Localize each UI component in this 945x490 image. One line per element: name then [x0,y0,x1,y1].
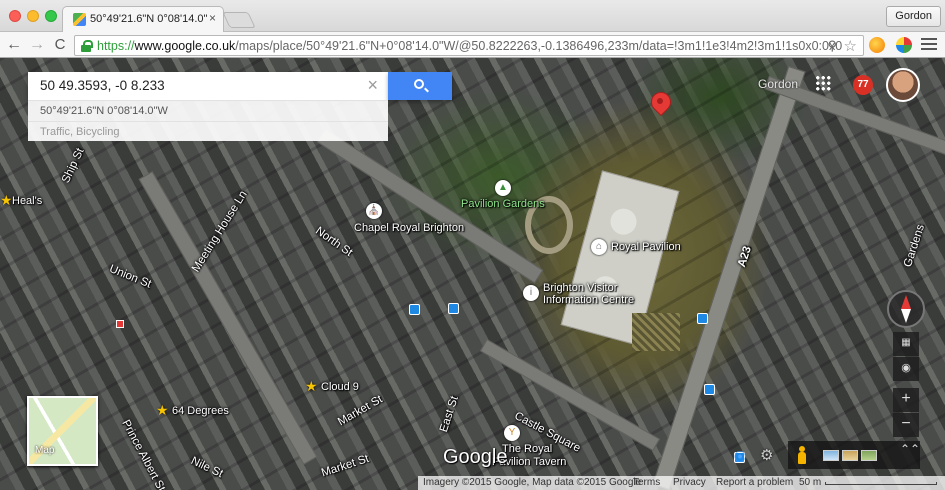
red-marker-icon[interactable] [116,320,124,328]
scale-label[interactable]: 50 m [799,477,821,488]
reload-button[interactable]: C [50,35,70,55]
window-titlebar: 50°49'21.6"N 0°08'14.0"W × Gordon [0,0,945,33]
google-maps-favicon-icon [73,13,86,26]
address-bar[interactable]: https://www.google.co.uk/maps/place/50°4… [74,35,864,56]
imagery-credit: Imagery ©2015 Google, Map data ©2015 Goo… [423,477,642,488]
minimap-label: Map [35,445,55,456]
search-icon [414,79,424,89]
expand-chevron-icon[interactable]: ⌃⌃ [900,443,920,455]
compass-icon[interactable] [887,290,925,328]
account-name[interactable]: Gordon [758,77,798,91]
saved-star-icon[interactable]: ★ [156,402,169,419]
label-heals[interactable]: Heal's [12,195,42,207]
zoom-out-button[interactable]: − [893,413,919,437]
search-box[interactable]: 50 49.3593, -0 8.233 × [28,72,388,100]
my-location-icon[interactable]: ⦿ [734,448,746,464]
label-cloud9[interactable]: Cloud 9 [321,381,359,393]
label-64-degrees[interactable]: 64 Degrees [172,405,229,417]
photo-thumbnail[interactable] [842,450,858,461]
label-visitor-centre-line1[interactable]: Brighton Visitor [543,282,617,294]
info-centre-icon[interactable]: i [523,285,539,301]
photo-thumbnail[interactable] [861,450,877,461]
bar-icon[interactable]: Y [504,425,520,441]
extension-icon[interactable] [869,37,885,53]
bus-stop-icon[interactable] [704,384,715,395]
browser-menu-icon[interactable] [921,38,937,52]
label-royal-pavilion[interactable]: Royal Pavilion [611,241,681,253]
location-pin-icon[interactable] [651,92,669,118]
street-view-panel: ⌃⌃ [788,441,920,469]
url-text[interactable]: https://www.google.co.uk/maps/place/50°4… [97,39,842,53]
secure-lock-icon [81,40,93,52]
extension-color-icon[interactable] [896,37,912,53]
map-footer: Imagery ©2015 Google, Map data ©2015 Goo… [418,476,945,490]
label-chapel-royal[interactable]: Chapel Royal Brighton [354,222,464,234]
bus-stop-icon[interactable] [448,303,459,314]
layers-suggestion[interactable]: Traffic, Bicycling [28,121,388,141]
bus-stop-icon[interactable] [409,304,420,315]
saved-star-icon[interactable]: ★ [0,192,13,209]
back-button[interactable]: ← [4,35,24,55]
url-path: /maps/place/50°49'21.6"N+0°08'14.0"W/@50… [235,39,843,53]
url-host: www.google.co.uk [134,39,236,53]
search-input[interactable]: 50 49.3593, -0 8.233 [40,78,165,93]
report-problem-link[interactable]: Report a problem [716,477,793,488]
zoom-in-button[interactable]: + [893,388,919,412]
profile-button[interactable]: Gordon [886,6,941,27]
zoom-icon[interactable]: ⚲ [827,38,837,54]
garden-maze [632,313,680,351]
label-pavilion-gardens[interactable]: Pavilion Gardens [461,198,545,210]
tab-close-icon[interactable]: × [209,11,216,25]
browser-tab-active[interactable]: 50°49'21.6"N 0°08'14.0"W × [62,6,224,33]
privacy-link[interactable]: Privacy [673,477,706,488]
avatar[interactable] [886,68,920,102]
saved-star-icon[interactable]: ★ [305,378,318,395]
new-tab-button[interactable] [222,12,256,28]
church-icon[interactable]: ⛪ [366,203,382,219]
google-logo: Google [443,446,508,468]
museum-icon[interactable]: ⌂ [591,239,607,255]
map-view-toggle[interactable]: Map [27,396,98,466]
notifications-badge[interactable]: 77 [853,75,873,95]
bookmark-star-icon[interactable]: ☆ [844,37,857,55]
gear-icon[interactable]: ⚙ [760,446,773,464]
label-royal-tavern-line1[interactable]: The Royal [502,443,552,455]
minimize-window-button[interactable] [27,10,39,22]
search-button[interactable] [388,72,452,100]
url-scheme: https:// [97,39,135,53]
bus-stop-icon[interactable] [697,313,708,324]
search-suggestion[interactable]: 50°49'21.6"N 0°08'14.0"W [28,100,388,122]
close-window-button[interactable] [9,10,21,22]
zoom-window-button[interactable] [45,10,57,22]
browser-toolbar: ← → C https://www.google.co.uk/maps/plac… [0,32,945,58]
label-visitor-centre-line2[interactable]: Information Centre [543,294,634,306]
road-a23 [652,65,806,490]
rotate-button[interactable]: ◉ [893,357,919,381]
forward-button[interactable]: → [27,35,47,55]
terms-link[interactable]: Terms [633,477,660,488]
tree-icon[interactable]: ▲ [495,180,511,196]
pegman-icon[interactable] [798,446,806,464]
scale-bar [825,482,937,485]
photo-thumbnail[interactable] [823,450,839,461]
clear-search-icon[interactable]: × [367,75,378,96]
tab-title: 50°49'21.6"N 0°08'14.0"W [90,13,207,25]
tilt-button[interactable]: ▦ [893,332,919,356]
apps-grid-icon[interactable] [815,75,831,91]
